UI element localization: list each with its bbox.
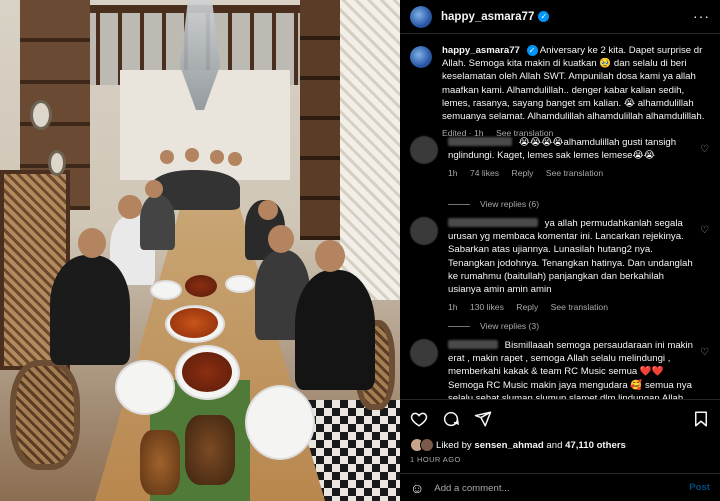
post-side-panel: happy_asmara77 ✓ ··· happy_asmara77 ✓ An…: [400, 0, 720, 501]
view-replies-button[interactable]: View replies (3): [448, 321, 539, 331]
more-icon[interactable]: ···: [693, 8, 710, 24]
comment-icon[interactable]: [442, 410, 460, 433]
photo-lattice-wall: [340, 0, 400, 300]
post-header: happy_asmara77 ✓ ···: [400, 0, 720, 34]
caption-text: Aniversary ke 2 kita. Dapet surprise dr …: [442, 45, 705, 123]
photo-person-head: [315, 240, 345, 272]
photo-person-front-right: [295, 270, 375, 390]
photo-plate: [115, 360, 175, 415]
comment-item: ya allah permudahkanlah segala urusan yg…: [410, 217, 710, 314]
photo-plate: [225, 275, 255, 293]
commenter-avatar[interactable]: [410, 217, 438, 245]
add-comment-bar: ☺ Post: [400, 473, 720, 501]
view-replies-label: View replies (6): [480, 199, 540, 209]
photo-wall-plate: [30, 100, 52, 130]
comment-see-translation[interactable]: See translation: [551, 302, 608, 312]
liked-by-prefix: Liked by: [436, 439, 472, 451]
instagram-post-view: happy_asmara77 ✓ ··· happy_asmara77 ✓ An…: [0, 0, 720, 501]
bookmark-icon[interactable]: [692, 410, 710, 433]
photo-person-head: [268, 225, 294, 253]
commenter-username-blurred[interactable]: [448, 340, 498, 349]
post-timestamp[interactable]: 1 HOUR AGO: [410, 455, 461, 464]
photo-fried-fish: [140, 430, 180, 495]
photo-person-head: [228, 152, 242, 166]
comment-heart-icon[interactable]: ♡: [700, 225, 710, 236]
comment-time: 1h: [448, 302, 458, 313]
photo-food-dish: [185, 275, 217, 297]
photo-person-head: [118, 195, 142, 219]
comment-reply-button[interactable]: Reply: [516, 302, 538, 312]
photo-rattan-chair: [10, 360, 80, 470]
comment-heart-icon[interactable]: ♡: [700, 144, 710, 155]
photo-person-left: [140, 195, 175, 250]
heart-icon[interactable]: [410, 410, 428, 433]
liked-by-user[interactable]: sensen_ahmad: [474, 440, 543, 451]
photo-person-head: [160, 150, 174, 164]
comment-heart-icon[interactable]: ♡: [700, 347, 710, 358]
photo-fried-fish: [185, 415, 235, 485]
photo-person-head: [78, 228, 106, 258]
comment-item: Bismillaaah semoga persaudaraan ini maki…: [410, 339, 710, 399]
share-icon[interactable]: [474, 410, 492, 433]
commenter-username-blurred[interactable]: [448, 218, 538, 227]
comment-see-translation[interactable]: See translation: [546, 168, 603, 178]
commenter-avatar[interactable]: [410, 339, 438, 367]
photo-person-head: [145, 180, 163, 198]
commenter-avatar[interactable]: [410, 136, 438, 164]
comments-feed[interactable]: happy_asmara77 ✓ Aniversary ke 2 kita. D…: [400, 34, 720, 399]
comment-item: 😭😭😭😭alhamdulillah gusti tansigh nglindun…: [410, 136, 710, 181]
photo-plate: [150, 280, 182, 300]
liked-by-and: and: [546, 439, 563, 451]
comment-likes[interactable]: 74 likes: [470, 168, 499, 178]
view-replies-label: View replies (3): [480, 321, 540, 331]
commenter-username-blurred[interactable]: [448, 137, 512, 146]
liked-by-line: Liked by sensen_ahmad and 47,110 others: [410, 438, 626, 452]
add-comment-input[interactable]: [434, 482, 655, 494]
author-username[interactable]: happy_asmara77: [441, 11, 534, 23]
post-comment-button[interactable]: Post: [689, 482, 710, 493]
verified-icon: ✓: [526, 45, 538, 56]
photo-food-dish: [182, 352, 232, 392]
caption-username[interactable]: happy_asmara77: [442, 45, 520, 56]
photo-person-head: [258, 200, 278, 220]
comment-reply-button[interactable]: Reply: [511, 168, 533, 178]
emoji-icon[interactable]: ☺: [410, 480, 424, 496]
verified-icon: ✓: [538, 11, 550, 22]
view-replies-button[interactable]: View replies (6): [448, 199, 539, 209]
liked-by-count[interactable]: 47,110 others: [565, 440, 626, 451]
comment-text: ya allah permudahkanlah segala urusan yg…: [448, 218, 693, 296]
photo-person-head: [185, 148, 199, 162]
caption-avatar[interactable]: [410, 46, 432, 68]
comment-time: 1h: [448, 168, 458, 179]
photo-person-head: [210, 150, 224, 164]
author-avatar[interactable]: [410, 5, 432, 28]
post-caption: happy_asmara77 ✓ Aniversary ke 2 kita. D…: [410, 44, 710, 140]
photo-person-front-left: [50, 255, 130, 365]
comment-likes[interactable]: 130 likes: [470, 302, 504, 312]
liked-by-avatars[interactable]: [410, 438, 434, 452]
photo-plate: [245, 385, 315, 460]
post-actions-bar: Liked by sensen_ahmad and 47,110 others …: [400, 399, 720, 501]
photo-food-dish: [170, 308, 218, 338]
photo-wall-plate: [48, 150, 66, 176]
post-photo[interactable]: [0, 0, 400, 501]
